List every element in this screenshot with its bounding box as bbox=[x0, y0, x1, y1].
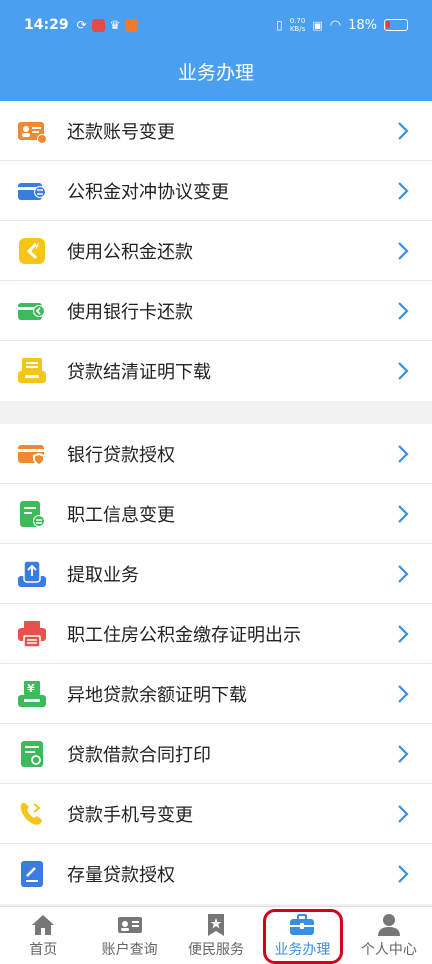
vibrate-icon: ▯ bbox=[276, 18, 283, 32]
list-item-label: 存量贷款授权 bbox=[67, 865, 175, 886]
chevron-right-icon bbox=[398, 565, 409, 583]
svg-text:¥: ¥ bbox=[27, 682, 35, 695]
tab-label: 首页 bbox=[29, 941, 58, 958]
list-item-loan-phone-change[interactable]: 贷款手机号变更 bbox=[0, 784, 432, 844]
list-item-loan-settlement-certificate[interactable]: 贷款结清证明下载 bbox=[0, 341, 432, 401]
tab-label: 便民服务 bbox=[188, 941, 245, 958]
chevron-right-icon bbox=[398, 242, 409, 260]
chevron-right-icon bbox=[398, 625, 409, 643]
list-item-offset-agreement-change[interactable]: 公积金对冲协议变更 bbox=[0, 161, 432, 221]
wifi-icon: ◠ bbox=[329, 17, 342, 33]
nfc-icon: ▣ bbox=[312, 18, 323, 32]
list-item-repay-with-fund[interactable]: ¥ 使用公积金还款 bbox=[0, 221, 432, 281]
list-item-deposit-certificate-show[interactable]: 职工住房公积金缴存证明出示 bbox=[0, 604, 432, 664]
tab-home[interactable]: 首页 bbox=[0, 907, 86, 964]
chevron-right-icon bbox=[398, 685, 409, 703]
battery-icon bbox=[384, 19, 408, 31]
chevron-right-icon bbox=[398, 302, 409, 320]
battery-percent: 18% bbox=[348, 17, 377, 33]
card-transfer-icon bbox=[18, 183, 46, 200]
chevron-right-icon bbox=[398, 865, 409, 883]
phone-call-icon bbox=[20, 803, 42, 825]
person-icon bbox=[377, 913, 400, 936]
list-item-label: 贷款手机号变更 bbox=[67, 804, 193, 826]
sync-icon: ⟳ bbox=[76, 18, 87, 32]
chevron-right-icon bbox=[398, 745, 409, 763]
pen-document-icon bbox=[21, 861, 43, 887]
app-notification-icon-2 bbox=[125, 18, 139, 32]
yuan-printer-icon: ¥ bbox=[18, 681, 46, 707]
app-notification-icon bbox=[91, 18, 105, 32]
network-speed-value: 0.70 bbox=[289, 17, 306, 25]
bottom-tab-bar: 首页 账户查询 便民服务 业务办理 个人中心 bbox=[0, 906, 432, 964]
list-item-label: 异地贷款余额证明下载 bbox=[67, 684, 247, 706]
chevron-right-icon bbox=[398, 445, 409, 463]
list-item-label: 银行贷款授权 bbox=[67, 444, 175, 466]
list-item-label: 贷款借款合同打印 bbox=[67, 744, 211, 766]
list-item-existing-loan-authorization[interactable]: 存量贷款授权 bbox=[0, 844, 432, 904]
list-item-label: 提取业务 bbox=[67, 564, 139, 586]
chevron-right-icon bbox=[398, 805, 409, 823]
list-item-label: 使用银行卡还款 bbox=[67, 301, 193, 323]
service-list-1: 还款账号变更 公积金对冲协议变更 ¥ 使用公积金还款 使用银行卡还款 贷款结清证… bbox=[0, 101, 432, 401]
list-item-bank-loan-authorization[interactable]: 银行贷款授权 bbox=[0, 424, 432, 484]
home-icon bbox=[32, 914, 55, 935]
svg-text:¥: ¥ bbox=[34, 242, 39, 251]
tab-business-handling[interactable]: 业务办理 bbox=[259, 907, 345, 964]
list-item-repay-account-change[interactable]: 还款账号变更 bbox=[0, 101, 432, 161]
document-tray-icon bbox=[18, 358, 46, 383]
chevron-right-icon bbox=[398, 182, 409, 200]
app-header: 14:29 ⟳ ♛ ▯ 0.70 KB/s ▣ ◠ 18% 业务办理 bbox=[0, 0, 432, 101]
list-item-label: 公积金对冲协议变更 bbox=[67, 181, 229, 203]
chevron-right-icon bbox=[398, 362, 409, 380]
page-title: 业务办理 bbox=[177, 62, 254, 84]
tab-account-query[interactable]: 账户查询 bbox=[86, 907, 172, 964]
crown-icon: ♛ bbox=[109, 18, 121, 32]
list-item-withdrawal-business[interactable]: 提取业务 bbox=[0, 544, 432, 604]
card-shield-icon bbox=[18, 445, 45, 466]
chevron-right-icon bbox=[398, 122, 409, 140]
card-person-icon bbox=[18, 122, 47, 144]
id-card-icon bbox=[117, 916, 142, 933]
network-speed-unit: KB/s bbox=[289, 25, 306, 33]
bookmark-star-icon bbox=[208, 913, 225, 936]
list-item-employee-info-change[interactable]: 职工信息变更 bbox=[0, 484, 432, 544]
list-item-remote-loan-balance-certificate[interactable]: ¥ 异地贷款余额证明下载 bbox=[0, 664, 432, 724]
list-item-label: 还款账号变更 bbox=[67, 121, 175, 143]
card-arrow-icon bbox=[18, 303, 45, 320]
network-speed: 0.70 KB/s bbox=[290, 17, 306, 33]
tab-label: 个人中心 bbox=[360, 941, 417, 958]
tab-label: 业务办理 bbox=[274, 941, 331, 958]
printer-icon bbox=[18, 621, 46, 648]
list-item-label: 贷款结清证明下载 bbox=[67, 362, 211, 383]
contract-icon bbox=[21, 741, 43, 767]
list-item-label: 使用公积金还款 bbox=[67, 241, 193, 263]
phone-upload-icon bbox=[18, 560, 46, 587]
service-list-2: 银行贷款授权 职工信息变更 提取业务 职工住房公积金缴存证明出示 ¥ 异地贷款余… bbox=[0, 424, 432, 904]
status-bar: 14:29 ⟳ ♛ ▯ 0.70 KB/s ▣ ◠ 18% bbox=[0, 0, 432, 50]
document-edit-icon bbox=[20, 501, 45, 527]
list-item-loan-contract-print[interactable]: 贷款借款合同打印 bbox=[0, 724, 432, 784]
tab-personal-center[interactable]: 个人中心 bbox=[346, 907, 432, 964]
tab-convenience-services[interactable]: 便民服务 bbox=[173, 907, 259, 964]
yuan-return-icon: ¥ bbox=[19, 238, 45, 264]
tab-label: 账户查询 bbox=[101, 941, 158, 958]
briefcase-icon bbox=[290, 913, 315, 935]
list-item-label: 职工信息变更 bbox=[67, 504, 175, 526]
chevron-right-icon bbox=[398, 505, 409, 523]
list-item-repay-with-bank-card[interactable]: 使用银行卡还款 bbox=[0, 281, 432, 341]
list-item-label: 职工住房公积金缴存证明出示 bbox=[67, 624, 301, 646]
status-time: 14:29 bbox=[24, 17, 69, 33]
